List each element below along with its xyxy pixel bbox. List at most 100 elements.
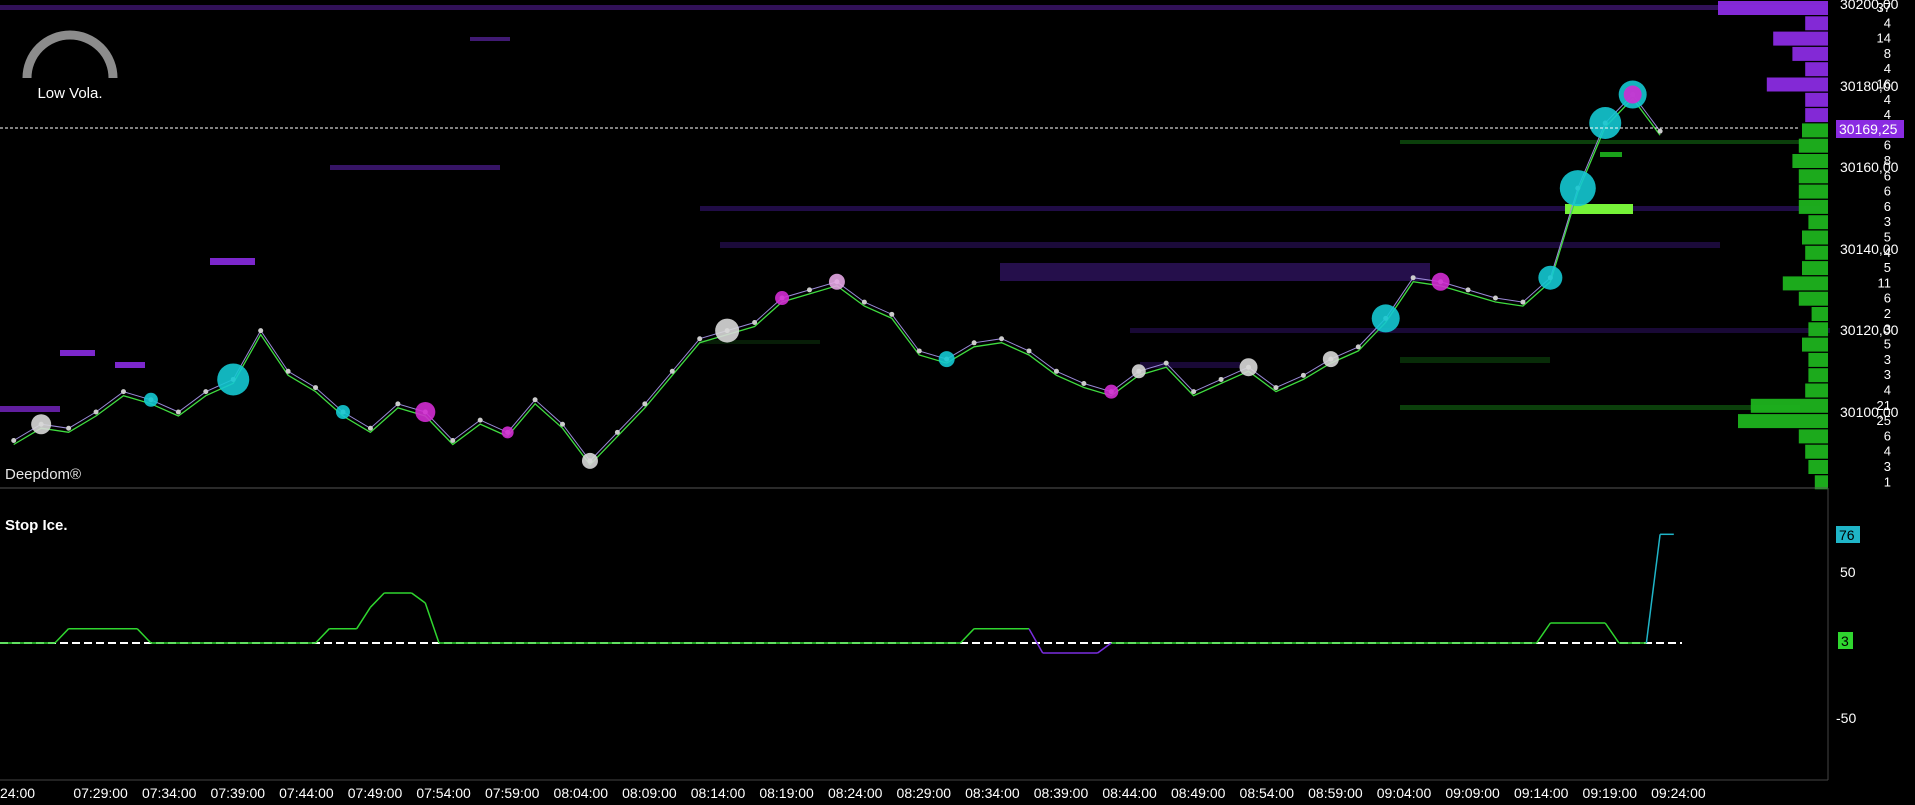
price-point [752, 319, 758, 325]
trade-bubble [143, 392, 158, 407]
volume-profile-label: 4 [1884, 92, 1891, 107]
price-point [66, 425, 72, 431]
volume-profile-bar [1802, 230, 1828, 245]
volume-profile-bar [1738, 414, 1828, 429]
time-tick: 08:54:00 [1240, 785, 1295, 801]
time-tick: 09:04:00 [1377, 785, 1432, 801]
price-point [1492, 295, 1498, 301]
volatility-gauge-icon [22, 30, 118, 79]
volume-profile-bar [1805, 444, 1828, 459]
price-point [93, 409, 99, 415]
volume-profile-bar [1798, 429, 1828, 444]
stop-ice-segment [356, 606, 372, 630]
time-tick: 07:39:00 [211, 785, 266, 801]
heatmap-band [1400, 357, 1550, 363]
volume-profile-bar [1798, 184, 1828, 199]
volume-profile-label: 6 [1884, 138, 1891, 153]
price-point [367, 425, 373, 431]
price-tick: 30160,00 [1840, 159, 1899, 175]
volume-profile-bar [1805, 245, 1828, 260]
deepdom-chart[interactable]: 37414841644568666354511623533421256431 3… [0, 0, 1915, 805]
volume-profile-label: 4 [1884, 444, 1891, 459]
stop-ice-segment [315, 628, 330, 644]
trade-bubble [828, 273, 845, 290]
volume-profile-bar [1802, 261, 1828, 276]
volume-profile-label: 11 [1878, 275, 1892, 290]
volume-profile-label: 3 [1884, 352, 1891, 367]
volume-profile-label: 5 [1884, 337, 1891, 352]
price-point [258, 328, 264, 334]
trade-bubble [1371, 304, 1400, 333]
trade-bubble [775, 291, 790, 306]
price-point [642, 401, 648, 407]
price-point [203, 389, 209, 395]
stop-ice-bottom-value: 3 [1841, 633, 1849, 649]
volume-profile-label: 6 [1884, 428, 1891, 443]
trade-bubble [715, 318, 740, 343]
price-point [1026, 348, 1032, 354]
volume-profile-bar [1750, 398, 1828, 413]
price-point [1218, 376, 1224, 382]
volume-profile-bar [1782, 276, 1828, 291]
time-tick: 08:19:00 [759, 785, 814, 801]
price-point [560, 421, 566, 427]
volume-profile-label: 14 [1877, 31, 1891, 46]
trade-bubble [1623, 85, 1642, 104]
heatmap-band [700, 340, 820, 344]
price-point [697, 336, 703, 342]
heatmap-band [0, 406, 60, 412]
volume-profile-label: 4 [1884, 107, 1891, 122]
heatmap-band [720, 242, 1720, 248]
volume-profile-bar [1808, 215, 1828, 230]
time-tick: 09:14:00 [1514, 785, 1569, 801]
trade-bubble [501, 426, 514, 439]
time-tick: 08:49:00 [1171, 785, 1226, 801]
heatmap-band [1130, 328, 1830, 333]
time-tick: 07:34:00 [142, 785, 197, 801]
time-tick: 08:44:00 [1102, 785, 1157, 801]
stop-ice-segment [1604, 622, 1620, 644]
heatmap-band [1600, 152, 1622, 157]
time-tick: 24:00 [0, 785, 35, 801]
price-point [395, 401, 401, 407]
stop-ice-segment [959, 628, 975, 644]
price-point [1053, 368, 1059, 374]
stop-ice-axis-label: -50 [1836, 710, 1856, 726]
price-point [1410, 275, 1416, 281]
time-tick: 09:24:00 [1651, 785, 1706, 801]
trade-bubble [1239, 358, 1258, 377]
volume-profile-label: 3 [1884, 367, 1891, 382]
volume-profile-label: 6 [1884, 184, 1891, 199]
heatmap-band [210, 258, 255, 265]
price-tick: 30180,00 [1840, 78, 1899, 94]
time-axis: 24:00 07:29:00 07:34:00 07:39:00 07:44:00 07:… [0, 785, 1706, 801]
brand-label: Deepdom® [5, 466, 82, 483]
price-point [916, 348, 922, 354]
volume-profile-label: 3 [1884, 459, 1891, 474]
price-point [971, 340, 977, 346]
volume-profile-bar [1773, 31, 1828, 46]
volume-profile-bar [1811, 307, 1828, 321]
stop-ice-segment [54, 628, 70, 644]
price-point [999, 336, 1005, 342]
volatility-label: Low Vola. [37, 85, 103, 102]
volume-profile-bar [1808, 368, 1828, 383]
trade-bubble [1431, 272, 1450, 291]
heatmap-band [700, 206, 1820, 211]
time-tick: 08:39:00 [1034, 785, 1089, 801]
heatmap-band [60, 350, 95, 356]
volume-profile-label: 4 [1884, 15, 1891, 30]
volume-profile-label: 4 [1884, 61, 1891, 76]
stop-ice-segment [1645, 534, 1661, 644]
time-tick: 07:54:00 [416, 785, 471, 801]
stop-ice-segment [1028, 628, 1044, 654]
price-point [175, 409, 181, 415]
price-tick: 30100,00 [1840, 404, 1899, 420]
stop-ice-segment [424, 602, 440, 644]
volume-profile-bar [1792, 154, 1828, 168]
trade-bubble [31, 414, 52, 435]
time-tick: 09:19:00 [1583, 785, 1638, 801]
price-point [614, 429, 620, 435]
stop-ice-segment [1097, 642, 1112, 654]
volume-profile-bar [1792, 46, 1828, 61]
